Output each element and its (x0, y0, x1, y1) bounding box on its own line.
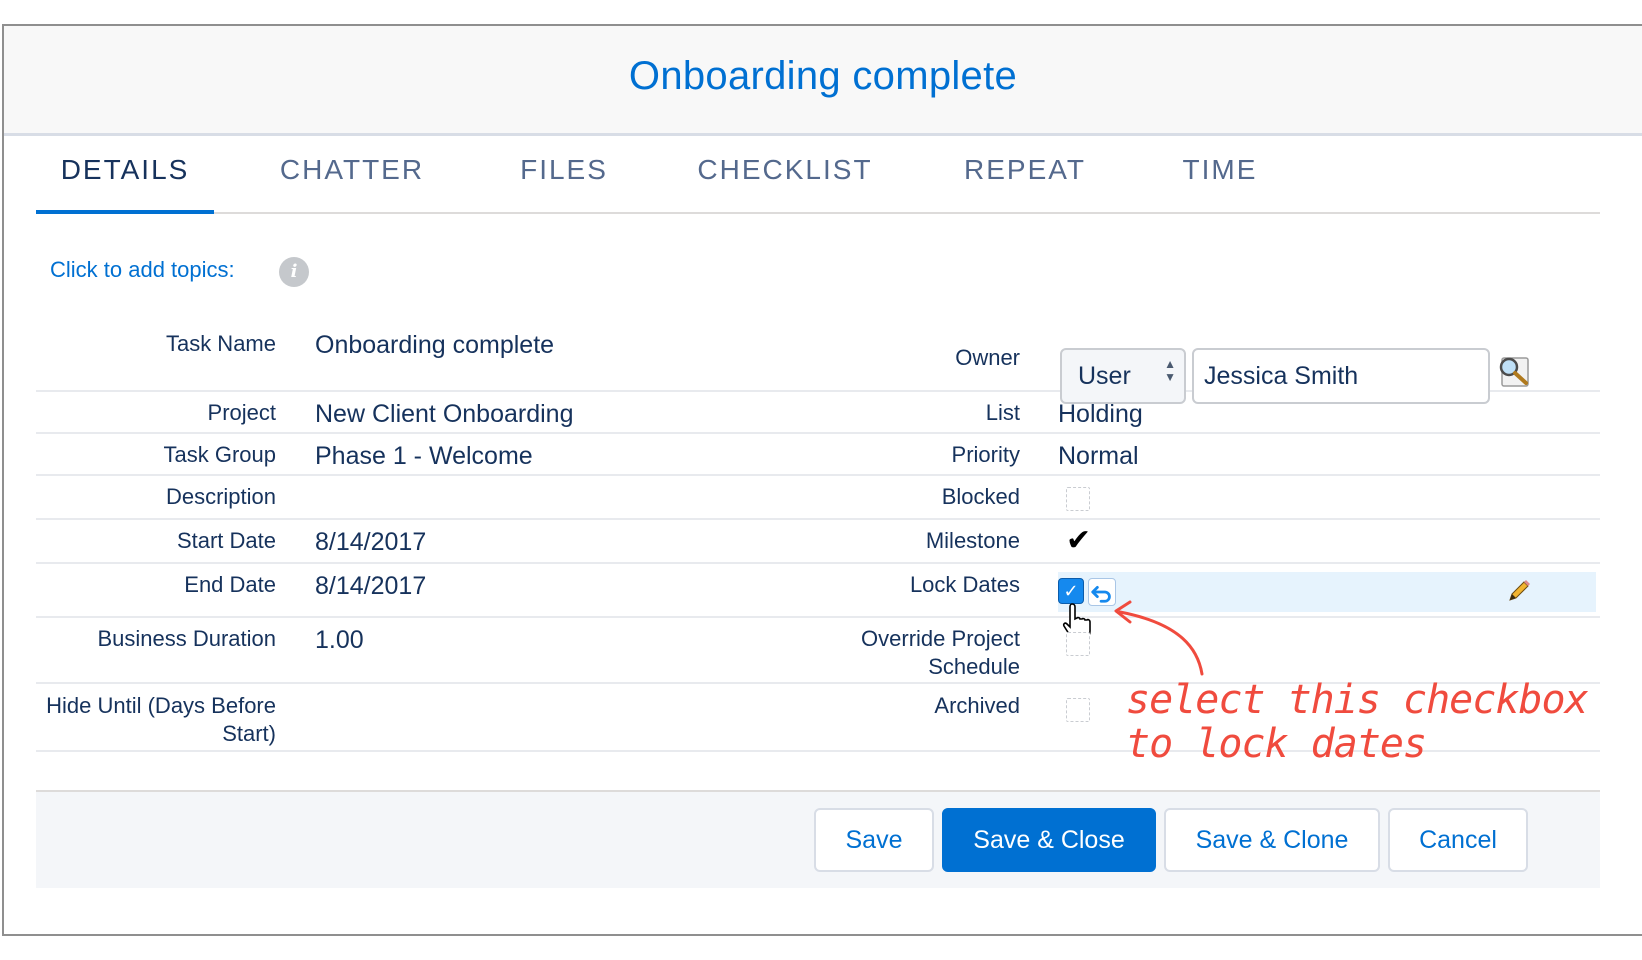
start-date-value: 8/14/2017 (315, 528, 427, 556)
save-and-close-button[interactable]: Save & Close (942, 808, 1156, 872)
override-schedule-checkbox[interactable] (1066, 632, 1090, 656)
tab-details[interactable]: DETAILS (36, 128, 214, 214)
add-topics-link[interactable]: Click to add topics: (50, 246, 235, 294)
select-arrows-icon: ▲ ▼ (1164, 357, 1176, 384)
annotation-arrow-icon (1114, 600, 1204, 676)
project-value: New Client Onboarding (315, 400, 574, 428)
row-divider (36, 518, 1600, 520)
tab-checklist[interactable]: CHECKLIST (692, 128, 878, 214)
override-schedule-label-line1: Override Project (861, 626, 1020, 651)
annotation-line2: to lock dates (1126, 721, 1427, 767)
row-divider (36, 432, 1600, 434)
row-divider (36, 562, 1600, 564)
tab-files[interactable]: FILES (508, 128, 620, 214)
tab-bar: DETAILS CHATTER FILES CHECKLIST REPEAT T… (36, 128, 1600, 214)
modal-footer: Save Save & Close Save & Clone Cancel (36, 790, 1600, 888)
annotation-line1: select this checkbox (1126, 677, 1589, 723)
save-and-clone-button[interactable]: Save & Clone (1164, 808, 1380, 872)
tab-time[interactable]: TIME (1170, 128, 1270, 214)
hide-until-label-line2: Start) (222, 721, 276, 746)
list-label: List (985, 400, 1020, 425)
hide-until-label-line1: Hide Until (Days Before (46, 693, 276, 718)
lock-dates-checkbox[interactable]: ✓ (1058, 578, 1084, 604)
business-duration-label: Business Duration (97, 626, 276, 651)
blocked-checkbox[interactable] (1066, 487, 1090, 511)
blocked-label: Blocked (941, 484, 1020, 509)
row-divider (36, 616, 1600, 618)
task-name-value: Onboarding complete (315, 331, 555, 359)
owner-type-select[interactable]: User ▲ ▼ (1060, 348, 1186, 404)
end-date-label: End Date (184, 572, 276, 597)
milestone-label: Milestone (925, 528, 1020, 553)
lookup-magnifier-icon[interactable] (1494, 352, 1534, 392)
milestone-checkmark-icon[interactable]: ✔ (1066, 526, 1091, 556)
owner-type-value: User (1078, 362, 1131, 390)
modal-title: Onboarding complete (628, 54, 1018, 98)
owner-name-input[interactable]: Jessica Smith (1192, 348, 1490, 404)
task-group-label: Task Group (163, 442, 277, 467)
save-button[interactable]: Save (814, 808, 934, 872)
owner-label: Owner (955, 345, 1020, 370)
task-name-label: Task Name (165, 331, 276, 356)
business-duration-value: 1.00 (315, 626, 364, 654)
override-schedule-label: Override Project Schedule (736, 625, 1020, 681)
priority-value: Normal (1058, 442, 1139, 470)
archived-checkbox[interactable] (1066, 698, 1090, 722)
row-divider (36, 474, 1600, 476)
project-label: Project (207, 400, 276, 425)
tab-chatter[interactable]: CHATTER (272, 128, 432, 214)
task-group-value: Phase 1 - Welcome (315, 442, 533, 470)
priority-label: Priority (951, 442, 1020, 467)
modal-header: Onboarding complete (4, 26, 1642, 136)
override-schedule-label-line2: Schedule (928, 654, 1020, 679)
cancel-button[interactable]: Cancel (1388, 808, 1528, 872)
description-label: Description (165, 484, 276, 509)
archived-label: Archived (934, 693, 1020, 718)
end-date-value: 8/14/2017 (315, 572, 427, 600)
hide-until-label: Hide Until (Days Before Start) (36, 692, 276, 748)
start-date-label: Start Date (176, 528, 276, 553)
tab-repeat[interactable]: REPEAT (956, 128, 1094, 214)
list-value: Holding (1058, 400, 1143, 428)
lock-dates-label: Lock Dates (909, 572, 1020, 597)
annotation-callout: select this checkbox to lock dates (1126, 677, 1589, 767)
info-icon[interactable]: i (279, 257, 309, 287)
pencil-edit-icon[interactable] (1506, 578, 1532, 604)
